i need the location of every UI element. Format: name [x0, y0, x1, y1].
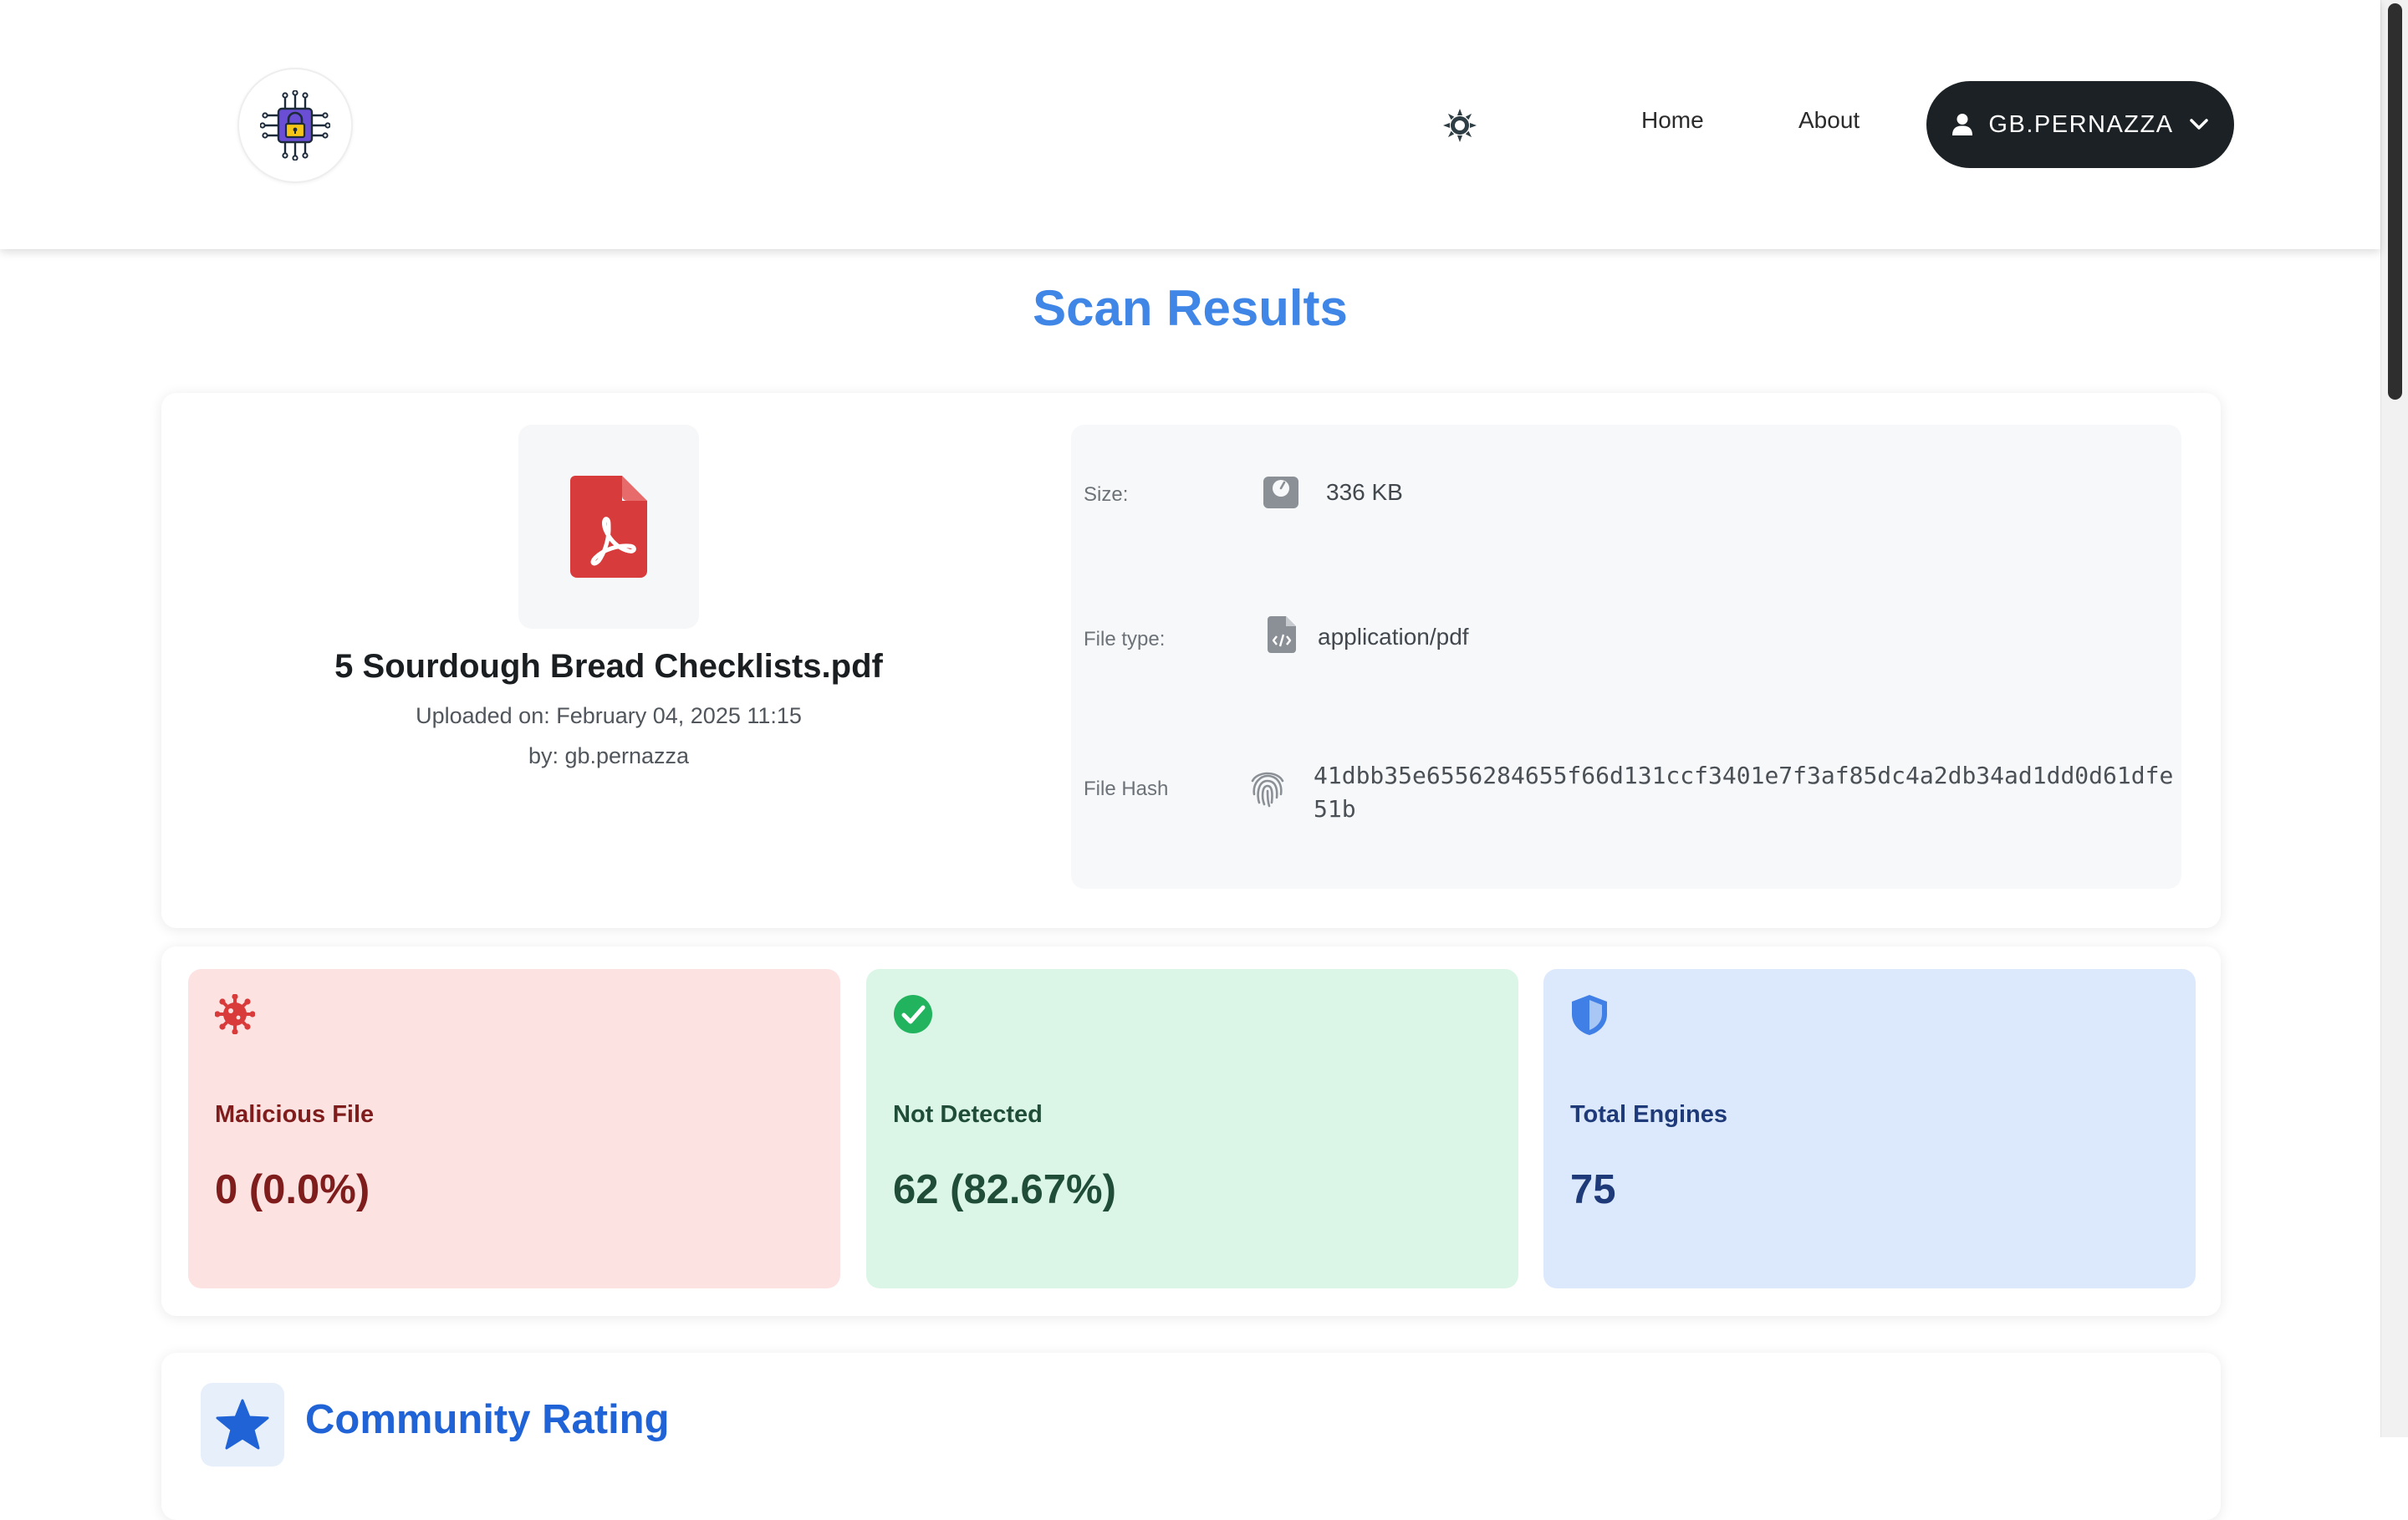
malicious-stat-label: Malicious File	[215, 1101, 375, 1128]
uploaded-by: by: gb.pernazza	[528, 743, 690, 768]
brand-logo[interactable]	[237, 68, 353, 183]
total-engines-stat-value: 75	[1570, 1167, 1616, 1212]
scrollbar-thumb[interactable]	[2388, 3, 2402, 400]
file-code-icon	[1268, 616, 1296, 653]
virus-icon	[214, 993, 256, 1038]
user-name-label: GB.PERNAZZA	[1988, 110, 2174, 138]
sun-icon	[1443, 109, 1477, 142]
scan-stats-card: Malicious File 0 (0.0%) Not Detected 62 …	[161, 946, 2221, 1316]
malicious-stat-tile: Malicious File 0 (0.0%)	[188, 969, 840, 1288]
pdf-file-icon	[570, 476, 647, 578]
community-rating-card: Community Rating	[161, 1353, 2221, 1520]
rating-icon-box	[201, 1383, 284, 1466]
page-title: Scan Results	[1033, 280, 1348, 336]
file-type-icon-box	[518, 425, 699, 629]
shield-icon	[1570, 994, 1609, 1040]
star-icon	[216, 1399, 269, 1450]
page-scrollbar[interactable]	[2380, 0, 2408, 1437]
fingerprint-icon	[1249, 769, 1286, 808]
file-hash-value: 41dbb35e6556284655f66d131ccf3401e7f3af85…	[1314, 762, 2174, 823]
chip-lock-icon	[260, 90, 330, 161]
not-detected-stat-label: Not Detected	[893, 1101, 1043, 1128]
file-hash-label: File Hash	[1084, 778, 1169, 800]
nav-link-home[interactable]: Home	[1641, 107, 1704, 134]
chevron-down-icon	[2189, 119, 2208, 130]
file-info-card: 5 Sourdough Bread Checklists.pdf Uploade…	[161, 393, 2221, 928]
community-rating-title: Community Rating	[305, 1397, 670, 1442]
total-engines-stat-tile: Total Engines 75	[1543, 969, 2196, 1288]
nav-link-about[interactable]: About	[1798, 107, 1860, 134]
file-details-panel: Size: 336 KB File type: application/pdf …	[1071, 425, 2181, 889]
navbar: Home About GB.PERNAZZA	[0, 0, 2380, 249]
not-detected-stat-value: 62 (82.67%)	[893, 1167, 1116, 1212]
size-label: Size:	[1084, 483, 1129, 506]
total-engines-stat-label: Total Engines	[1570, 1101, 1727, 1128]
not-detected-stat-tile: Not Detected 62 (82.67%)	[866, 969, 1518, 1288]
theme-toggle-button[interactable]	[1436, 102, 1483, 149]
upload-date: Uploaded on: February 04, 2025 11:15	[416, 703, 802, 728]
user-menu-button[interactable]: GB.PERNAZZA	[1926, 81, 2234, 168]
check-circle-icon	[893, 994, 933, 1038]
malicious-stat-value: 0 (0.0%)	[215, 1167, 370, 1212]
size-value: 336 KB	[1326, 479, 1403, 505]
file-name: 5 Sourdough Bread Checklists.pdf	[334, 648, 883, 685]
weight-icon	[1263, 475, 1298, 510]
user-icon	[1952, 114, 1973, 135]
file-type-value: application/pdf	[1318, 624, 1469, 650]
file-type-label: File type:	[1084, 628, 1166, 650]
